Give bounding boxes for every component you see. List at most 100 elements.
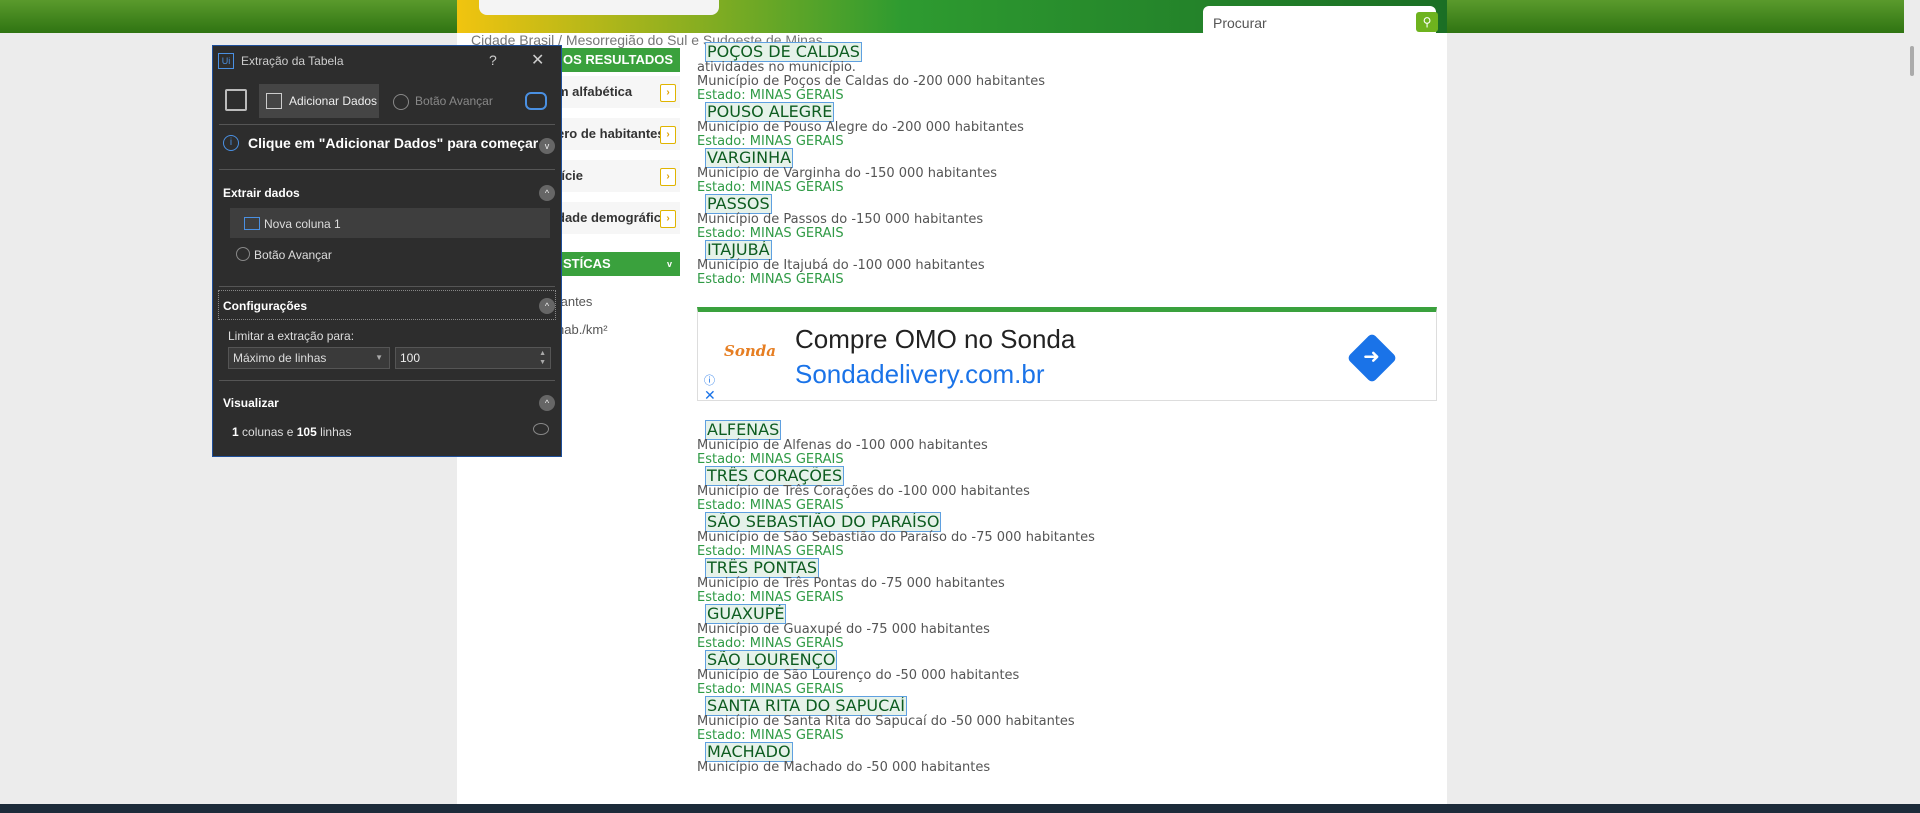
city-description: Município de Três Corações do -100 000 h… — [697, 484, 1030, 499]
search-input[interactable] — [1211, 12, 1405, 34]
divider — [219, 380, 555, 381]
hint-text: Clique em "Adicionar Dados" para começar — [248, 135, 539, 151]
city-state: Estado: MINAS GERAIS — [697, 88, 844, 103]
city-link[interactable]: SÃO SEBASTIÃO DO PARAÍSO — [704, 512, 942, 532]
dialog-toolbar: Adicionar Dados Botão Avançar — [213, 84, 561, 118]
list-item: ITAJUBÁ Município de Itajubá do -100 000 … — [697, 240, 1437, 287]
uipath-icon: Ui — [218, 53, 234, 69]
results-list: POÇOS DE CALDAS atividades no município.… — [697, 42, 1437, 775]
list-item: PASSOS Município de Passos do -150 000 ha… — [697, 194, 1437, 241]
city-link[interactable]: SÃO LOURENÇO — [704, 650, 838, 670]
city-description: Município de São Sebastião do Paraíso do… — [697, 530, 1095, 545]
stat-line: hab./km² — [557, 322, 608, 337]
chevron-down-icon[interactable]: v — [539, 138, 555, 154]
chevron-right-icon: › — [660, 84, 676, 102]
chevron-right-icon: › — [660, 210, 676, 228]
city-link[interactable]: VARGINHA — [704, 148, 794, 168]
next-button-item[interactable]: Botão Avançar — [230, 239, 550, 269]
ad-title[interactable]: Compre OMO no Sonda — [795, 324, 1075, 355]
preview-heading: Visualizar — [223, 396, 279, 410]
city-description: Município de Guaxupé do -75 000 habitant… — [697, 622, 990, 637]
city-state: Estado: MINAS GERAIS — [697, 590, 844, 605]
sort-label: m alfabética — [557, 84, 633, 99]
ad-close-icon[interactable]: ✕ — [704, 388, 716, 404]
next-button-label: Botão Avançar — [415, 94, 493, 109]
save-icon[interactable] — [225, 89, 247, 111]
city-link[interactable]: POÇOS DE CALDAS — [705, 42, 862, 62]
chevron-right-icon: › — [660, 126, 676, 144]
city-description: Município de São Lourenço do -50 000 hab… — [697, 668, 1020, 683]
sort-population[interactable]: ero de habitantes › — [555, 118, 680, 151]
preview-rows: 105 — [296, 425, 317, 439]
divider — [219, 286, 555, 287]
chevron-up-icon[interactable]: ^ — [539, 298, 555, 314]
eye-icon[interactable] — [533, 423, 549, 435]
add-data-label: Adicionar Dados — [289, 94, 378, 108]
correlate-icon[interactable] — [525, 92, 547, 110]
city-link[interactable]: MACHADO — [705, 742, 793, 762]
city-link[interactable]: ITAJUBÁ — [705, 240, 772, 260]
city-state: Estado: MINAS GERAIS — [697, 452, 844, 467]
scrollbar[interactable] — [1904, 0, 1920, 805]
statistics-heading[interactable]: STÍCAS v — [555, 252, 680, 276]
chevron-down-icon: v — [666, 259, 672, 269]
limit-value-input[interactable]: 100 ▲ ▼ — [395, 347, 551, 369]
list-item: SÃO SEBASTIÃO DO PARAÍSO Município de São… — [697, 512, 1437, 559]
search-button[interactable]: ⚲ — [1416, 12, 1438, 32]
city-link[interactable]: TRÊS PONTAS — [704, 558, 820, 578]
spinner-icon[interactable]: ▲ ▼ — [539, 349, 546, 367]
sort-alphabetical[interactable]: m alfabética › — [555, 76, 680, 109]
preview-columns-text: colunas e — [238, 425, 297, 439]
city-state: Estado: MINAS GERAIS — [697, 180, 844, 195]
hint-banner: i Clique em "Adicionar Dados" para começ… — [223, 130, 553, 158]
city-description: Município de Alfenas do -100 000 habitan… — [697, 438, 988, 453]
city-state: Estado: MINAS GERAIS — [697, 134, 844, 149]
list-item: SÃO LOURENÇO Município de São Lourenço do… — [697, 650, 1437, 697]
ad-info-icon[interactable]: ⓘ — [704, 372, 715, 388]
dialog-title: Extração da Tabela — [241, 54, 344, 68]
list-item: VARGINHA Município de Varginha do -150 00… — [697, 148, 1437, 195]
stat-line: tantes — [557, 294, 593, 309]
city-link[interactable]: GUAXUPÉ — [704, 604, 787, 624]
directions-button[interactable]: ➜ — [1346, 332, 1398, 384]
chevron-up-icon[interactable]: ^ — [539, 185, 555, 201]
extract-data-heading: Extrair dados — [223, 186, 300, 200]
scrollbar-thumb[interactable] — [1910, 46, 1914, 76]
banner-pill — [479, 0, 719, 15]
city-link[interactable]: TRÊS CORAÇÕES — [704, 466, 845, 486]
sort-label: dade demográfica — [557, 210, 669, 225]
config-heading: Configurações — [223, 299, 308, 313]
limit-select[interactable]: Máximo de linhas ▼ — [228, 347, 390, 369]
limit-value: 100 — [400, 351, 421, 365]
city-link[interactable]: PASSOS — [705, 194, 772, 214]
arrow-circle-icon — [236, 247, 250, 261]
city-state: Estado: MINAS GERAIS — [697, 272, 844, 287]
chevron-right-icon: › — [660, 168, 676, 186]
advertisement[interactable]: Sonda Compre OMO no Sonda Sondadelivery.… — [697, 307, 1437, 404]
sort-area[interactable]: fície › — [555, 160, 680, 193]
results-heading: OS RESULTADOS — [555, 48, 680, 72]
ad-url[interactable]: Sondadelivery.com.br — [795, 359, 1045, 390]
list-item: TRÊS PONTAS Município de Três Pontas do -… — [697, 558, 1437, 605]
city-link[interactable]: ALFENAS — [704, 420, 782, 440]
city-link[interactable]: SANTA RITA DO SAPUCAÍ — [705, 696, 907, 716]
chevron-up-icon[interactable]: ^ — [539, 395, 555, 411]
close-button[interactable]: ✕ — [531, 50, 544, 70]
table-extraction-dialog: Ui Extração da Tabela ? ✕ Adicionar Dado… — [212, 45, 562, 457]
city-description: Município de Santa Rita do Sapucaí do -5… — [697, 714, 1075, 729]
arrow-circle-icon — [393, 94, 409, 110]
city-link[interactable]: POUSO ALEGRE — [704, 102, 835, 122]
table-add-icon — [266, 93, 282, 109]
help-button[interactable]: ? — [489, 52, 497, 68]
column-item[interactable]: Nova coluna 1 — [230, 208, 550, 238]
next-button[interactable]: Botão Avançar — [393, 94, 493, 110]
sonda-logo: Sonda — [724, 342, 776, 360]
city-state: Estado: MINAS GERAIS — [697, 226, 844, 241]
arrow-right-icon: ➜ — [1363, 344, 1380, 369]
city-description: Município de Pouso Alegre do -200 000 ha… — [697, 120, 1024, 135]
list-item: SANTA RITA DO SAPUCAÍ Município de Santa … — [697, 696, 1437, 743]
add-data-button[interactable]: Adicionar Dados — [259, 84, 379, 118]
sort-density[interactable]: dade demográfica › — [555, 202, 680, 235]
dialog-titlebar[interactable]: Ui Extração da Tabela ? ✕ — [213, 46, 561, 76]
statistics-heading-label: STÍCAS — [563, 256, 611, 271]
